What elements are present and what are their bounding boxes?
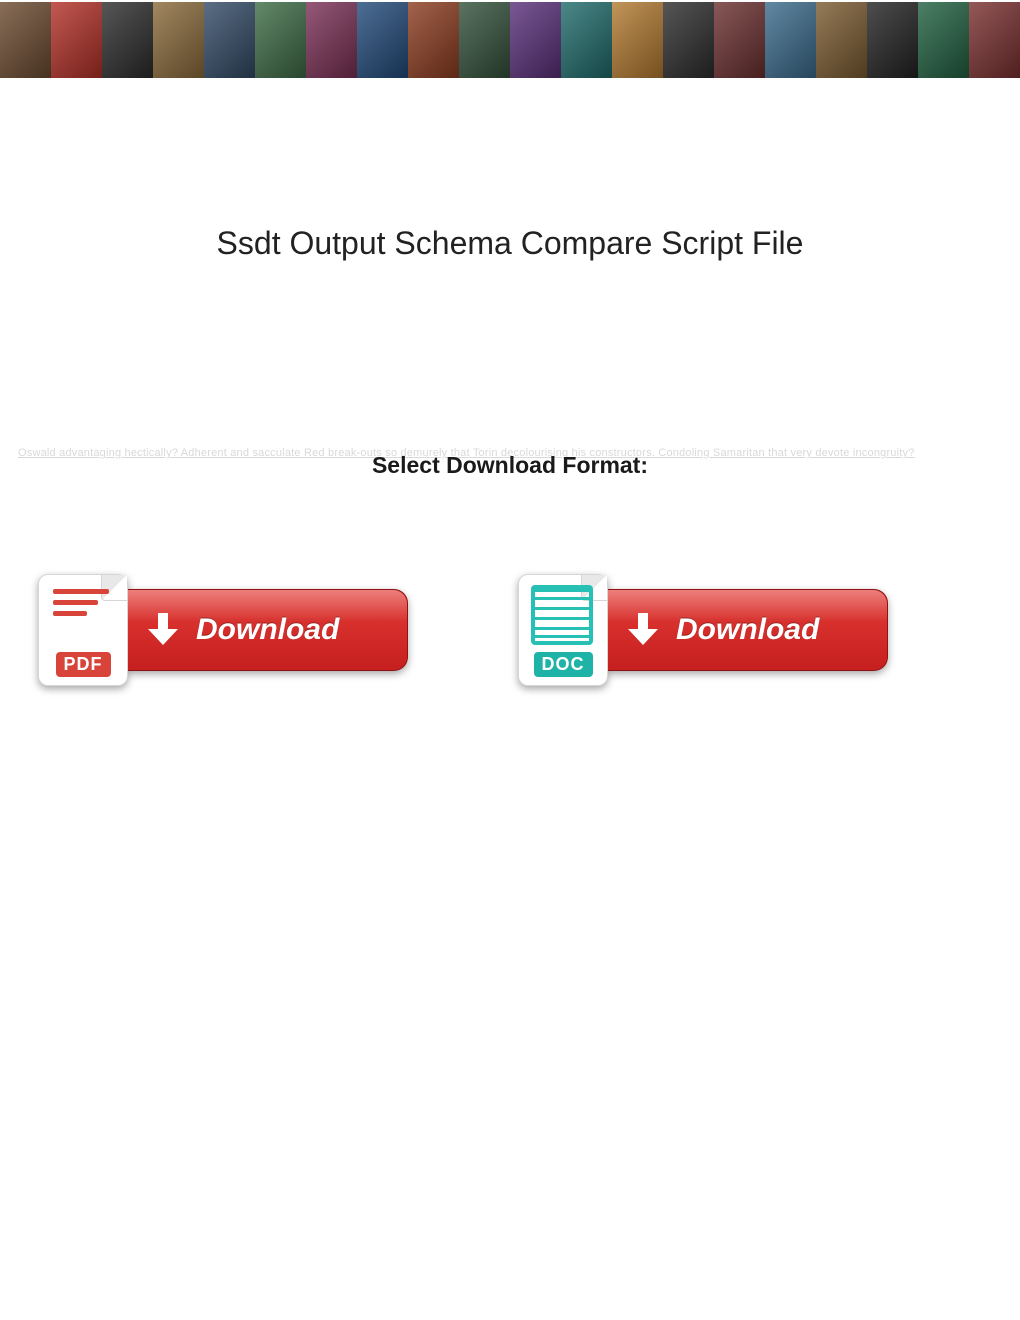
banner-tile: [816, 2, 867, 78]
download-doc-button[interactable]: DOC Download: [518, 574, 888, 686]
download-doc-label: Download: [676, 613, 819, 647]
banner-tile: [459, 2, 510, 78]
banner-tile: [612, 2, 663, 78]
banner-tile: [663, 2, 714, 78]
page-title: Ssdt Output Schema Compare Script File: [0, 225, 1020, 262]
banner-tile: [0, 2, 51, 78]
banner-tile: [969, 2, 1020, 78]
banner-tile: [357, 2, 408, 78]
download-buttons-row: PDF Download DOC Download: [0, 574, 1020, 686]
banner-tile: [306, 2, 357, 78]
download-arrow-icon: [146, 613, 180, 647]
banner-tile: [204, 2, 255, 78]
banner-tile: [867, 2, 918, 78]
banner-tile: [714, 2, 765, 78]
banner-tile: [561, 2, 612, 78]
download-arrow-icon: [626, 613, 660, 647]
download-doc-pill: Download: [598, 589, 888, 671]
banner-tile: [765, 2, 816, 78]
download-pdf-label: Download: [196, 613, 339, 647]
doc-badge: DOC: [534, 652, 593, 677]
select-format-label: Select Download Format:: [372, 452, 648, 479]
pdf-file-icon: PDF: [38, 574, 128, 686]
thumbnail-banner: [0, 0, 1020, 95]
download-pdf-pill: Download: [118, 589, 408, 671]
banner-tile: [408, 2, 459, 78]
banner-tile: [153, 2, 204, 78]
banner-tile: [510, 2, 561, 78]
doc-file-icon: DOC: [518, 574, 608, 686]
subtitle-section: Oswald advantaging hectically? Adherent …: [0, 452, 1020, 479]
banner-tile: [255, 2, 306, 78]
banner-tile: [102, 2, 153, 78]
pdf-badge: PDF: [56, 652, 111, 677]
banner-tile: [918, 2, 969, 78]
download-pdf-button[interactable]: PDF Download: [38, 574, 408, 686]
banner-tile: [51, 2, 102, 78]
